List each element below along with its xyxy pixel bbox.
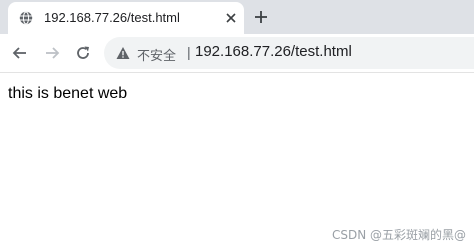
security-status-label[interactable]: 不安全	[137, 45, 176, 64]
url-separator: |	[187, 44, 191, 60]
back-arrow-icon[interactable]	[11, 44, 29, 62]
page-text: this is benet web	[8, 85, 128, 102]
close-icon[interactable]	[224, 11, 238, 25]
page-content: this is benet web CSDN @五彩斑斓的黑@	[0, 73, 474, 249]
watermark: CSDN @五彩斑斓的黑@	[331, 228, 466, 242]
url-text[interactable]: 192.168.77.26/test.html	[195, 43, 352, 60]
address-bar[interactable]: 不安全 | 192.168.77.26/test.html	[104, 37, 474, 69]
browser-tab[interactable]: 192.168.77.26/test.html	[8, 2, 244, 34]
forward-arrow-icon[interactable]	[43, 44, 61, 62]
plus-icon[interactable]	[252, 8, 270, 26]
browser-toolbar: 不安全 | 192.168.77.26/test.html	[0, 34, 474, 73]
tab-strip: 192.168.77.26/test.html	[0, 0, 474, 34]
globe-icon	[19, 11, 33, 25]
warning-triangle-icon[interactable]	[116, 46, 130, 60]
tab-title: 192.168.77.26/test.html	[44, 10, 180, 25]
reload-icon[interactable]	[74, 44, 92, 62]
